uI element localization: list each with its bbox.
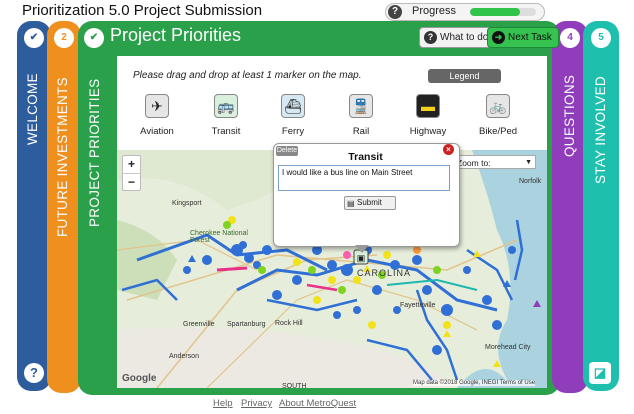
tab-future-investments[interactable]: 2 FUTURE INVESTMENTS bbox=[47, 21, 81, 393]
zoom-out-button[interactable]: − bbox=[123, 174, 140, 191]
google-logo: Google bbox=[122, 373, 157, 384]
svg-text:▣: ▣ bbox=[357, 253, 366, 263]
marker-aviation[interactable]: ✈ Aviation bbox=[127, 94, 187, 137]
tab-number-badge: 4 bbox=[560, 28, 580, 48]
zoom-in-button[interactable]: + bbox=[123, 156, 140, 174]
marker-label: Rail bbox=[352, 126, 370, 137]
marker-transit[interactable]: 🚌 Transit bbox=[196, 94, 256, 137]
comment-input[interactable]: I would like a bus line on Main Street bbox=[278, 165, 450, 191]
marker-ferry[interactable]: ⛴ Ferry bbox=[263, 94, 323, 137]
help-icon[interactable]: ? bbox=[24, 363, 44, 383]
zoom-to-label: Zoom to: bbox=[457, 158, 491, 168]
map-place-label: SOUTH bbox=[282, 383, 307, 388]
tab-priorities-label: PROJECT PRIORITIES bbox=[87, 78, 102, 227]
submit-button[interactable]: ▤ Submit bbox=[344, 196, 396, 210]
zoom-to-select[interactable]: Zoom to: ▼ bbox=[453, 155, 536, 169]
zoom-control: + − bbox=[122, 155, 141, 191]
check-icon: ✔ bbox=[84, 28, 104, 48]
map-place-label: Spartanburg bbox=[227, 321, 266, 328]
progress-help-icon[interactable]: ? bbox=[388, 5, 402, 19]
marker-label: Aviation bbox=[140, 126, 174, 137]
bus-icon: 🚌 bbox=[214, 94, 238, 118]
progress-indicator: ? Progress bbox=[385, 3, 545, 21]
map-attribution[interactable]: Map data ©2018 Google, INEGI Terms of Us… bbox=[413, 380, 536, 386]
dropdown-arrow-icon: ▼ bbox=[525, 159, 532, 166]
map-place-label: Greenville bbox=[183, 321, 215, 328]
next-task-button[interactable]: ➜ Next Task bbox=[487, 27, 559, 48]
next-task-label: Next Task bbox=[508, 32, 552, 43]
progress-label: Progress bbox=[412, 5, 457, 17]
what-to-do-button[interactable]: ? What to do bbox=[419, 27, 496, 48]
tab-number-badge: 5 bbox=[591, 28, 611, 48]
train-icon: 🚆 bbox=[349, 94, 373, 118]
tab-questions-label: QUESTIONS bbox=[562, 74, 577, 157]
map-place-label: Morehead City bbox=[485, 344, 531, 351]
legend-button[interactable]: Legend bbox=[428, 69, 501, 83]
tab-stay-involved[interactable]: 5 STAY INVOLVED bbox=[583, 21, 619, 391]
tab-welcome-label: WELCOME bbox=[25, 73, 40, 145]
panel-title: Project Priorities bbox=[110, 25, 242, 45]
about-link[interactable]: About MetroQuest bbox=[279, 398, 356, 409]
app-title: Prioritization 5.0 Project Submission bbox=[22, 2, 263, 19]
map-place-label: CAROLINA bbox=[357, 268, 412, 278]
marker-label: Ferry bbox=[281, 126, 305, 137]
save-icon: ▤ bbox=[347, 199, 355, 208]
bike-ped-icon: 🚲 bbox=[486, 94, 510, 118]
tab-stay-label: STAY INVOLVED bbox=[593, 76, 608, 184]
tab-future-label: FUTURE INVESTMENTS bbox=[55, 77, 70, 237]
check-icon: ✔ bbox=[24, 28, 44, 48]
tab-welcome[interactable]: ✔ WELCOME bbox=[17, 21, 51, 391]
tab-number-badge: 2 bbox=[54, 28, 74, 48]
close-icon[interactable]: × bbox=[443, 144, 454, 155]
metroquest-logo-icon[interactable]: ◪ bbox=[589, 362, 611, 384]
map-place-label: Anderson bbox=[169, 353, 199, 360]
map-place-label: Kingsport bbox=[172, 200, 202, 207]
map-place-label: Cherokee National Forest bbox=[190, 230, 248, 244]
highway-icon: ▬ bbox=[416, 94, 440, 118]
popup-pointer bbox=[355, 245, 369, 253]
progress-track bbox=[470, 8, 536, 16]
marker-rail[interactable]: 🚆 Rail bbox=[331, 94, 391, 137]
progress-fill bbox=[470, 8, 520, 16]
map-place-label: Norfolk bbox=[519, 178, 542, 185]
airplane-icon: ✈ bbox=[145, 94, 169, 118]
marker-highway[interactable]: ▬ Highway bbox=[398, 94, 458, 137]
instruction-text: Please drag and drop at least 1 marker o… bbox=[133, 70, 362, 81]
privacy-link[interactable]: Privacy bbox=[241, 398, 272, 409]
what-to-do-label: What to do bbox=[440, 32, 489, 43]
map-place-label: Rock Hill bbox=[275, 320, 303, 327]
question-icon: ? bbox=[424, 31, 437, 44]
marker-label: Highway bbox=[409, 126, 447, 137]
submit-label: Submit bbox=[357, 198, 382, 207]
map-place-label: Fayetteville bbox=[400, 302, 436, 309]
help-link[interactable]: Help bbox=[213, 398, 233, 409]
marker-label: Bike/Ped bbox=[478, 126, 518, 137]
ferry-icon: ⛴ bbox=[281, 94, 305, 118]
marker-label: Transit bbox=[211, 126, 241, 137]
arrow-right-icon: ➜ bbox=[492, 31, 505, 44]
popup-title: Transit bbox=[348, 151, 383, 163]
marker-bike-ped[interactable]: 🚲 Bike/Ped bbox=[468, 94, 528, 137]
